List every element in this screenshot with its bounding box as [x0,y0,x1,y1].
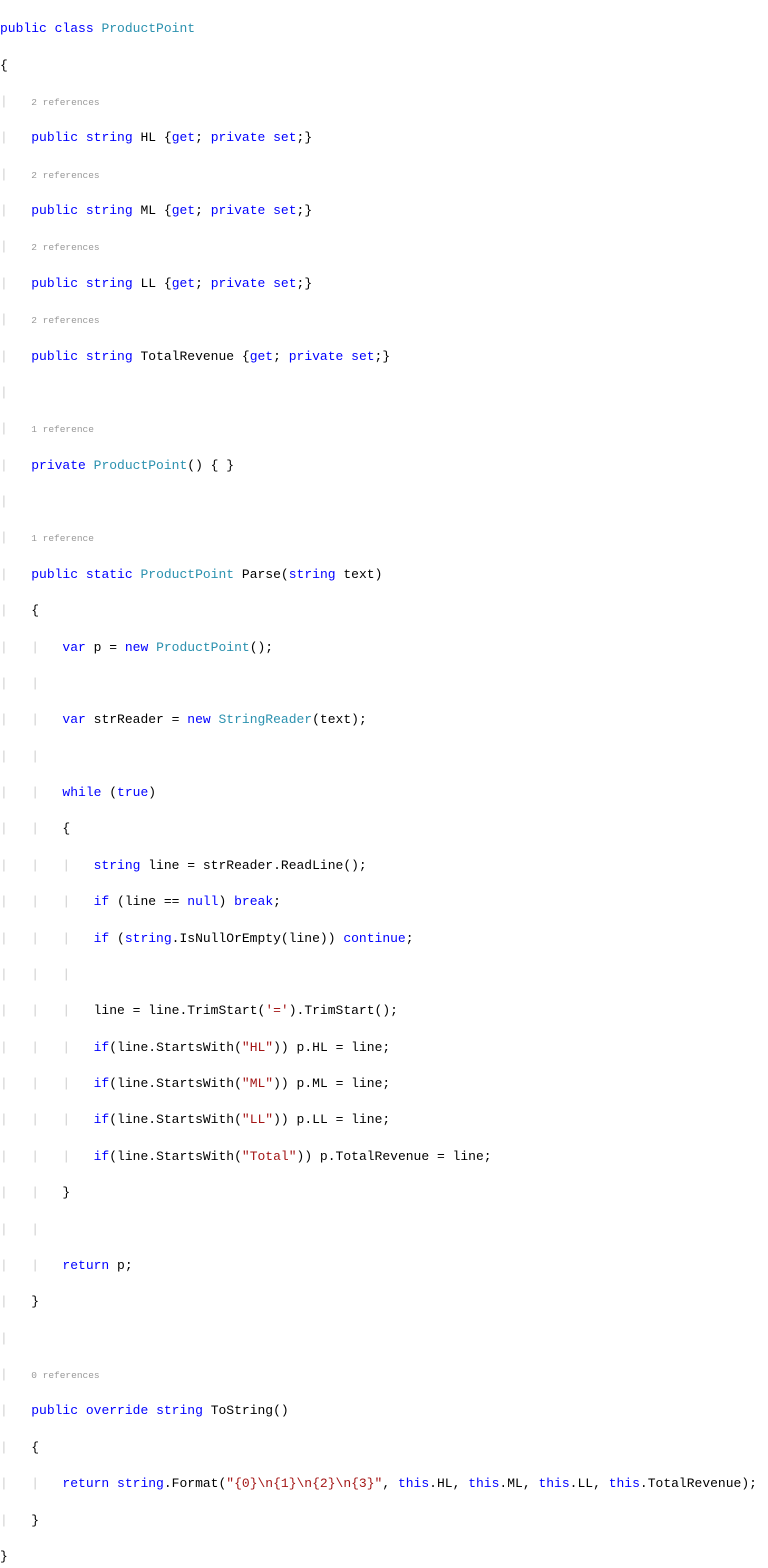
code-editor[interactable]: public class ProductPoint { | 2 referenc… [0,0,768,1568]
code-line: | } [0,1512,768,1530]
blank-line: | | [0,1221,768,1239]
codelens[interactable]: | 2 references [0,238,768,256]
type-name: ProductPoint [101,21,195,36]
blank-line: | [0,384,768,402]
code-line: | | | if (line == null) break; [0,893,768,911]
code-line: | { [0,602,768,620]
code-line: | public string TotalRevenue {get; priva… [0,348,768,366]
kw-public: public [0,21,47,36]
code-line: | | { [0,820,768,838]
code-line: | | | string line = strReader.ReadLine()… [0,857,768,875]
code-line: | | | line = line.TrimStart('=').TrimSta… [0,1002,768,1020]
code-line: { [0,57,768,75]
blank-line: | | | [0,966,768,984]
code-line: | public string HL {get; private set;} [0,129,768,147]
brace: } [0,1549,8,1564]
code-line: | | var strReader = new StringReader(tex… [0,711,768,729]
code-line: | public string ML {get; private set;} [0,202,768,220]
code-line: | public static ProductPoint Parse(strin… [0,566,768,584]
blank-line: | [0,1330,768,1348]
code-line: | { [0,1439,768,1457]
codelens[interactable]: | 2 references [0,166,768,184]
blank-line: | | [0,675,768,693]
code-line: | public override string ToString() [0,1402,768,1420]
kw-class: class [55,21,94,36]
code-line: | | | if(line.StartsWith("Total")) p.Tot… [0,1148,768,1166]
code-line: } [0,1548,768,1566]
codelens[interactable]: | 2 references [0,93,768,111]
code-line: | | return p; [0,1257,768,1275]
code-line: | private ProductPoint() { } [0,457,768,475]
blank-line: | | [0,748,768,766]
brace: { [0,58,8,73]
code-line: | | | if(line.StartsWith("LL")) p.LL = l… [0,1111,768,1129]
code-line: | | } [0,1184,768,1202]
code-line: | | | if(line.StartsWith("HL")) p.HL = l… [0,1039,768,1057]
codelens[interactable]: | 1 reference [0,529,768,547]
code-line: | | return string.Format("{0}\n{1}\n{2}\… [0,1475,768,1493]
code-line: | } [0,1293,768,1311]
code-line: | | while (true) [0,784,768,802]
code-line: | public string LL {get; private set;} [0,275,768,293]
blank-line: | [0,493,768,511]
code-line: | | | if (string.IsNullOrEmpty(line)) co… [0,930,768,948]
code-line: public class ProductPoint [0,20,768,38]
codelens[interactable]: | 0 references [0,1366,768,1384]
codelens[interactable]: | 1 reference [0,420,768,438]
codelens[interactable]: | 2 references [0,311,768,329]
code-line: | | | if(line.StartsWith("ML")) p.ML = l… [0,1075,768,1093]
code-line: | | var p = new ProductPoint(); [0,639,768,657]
